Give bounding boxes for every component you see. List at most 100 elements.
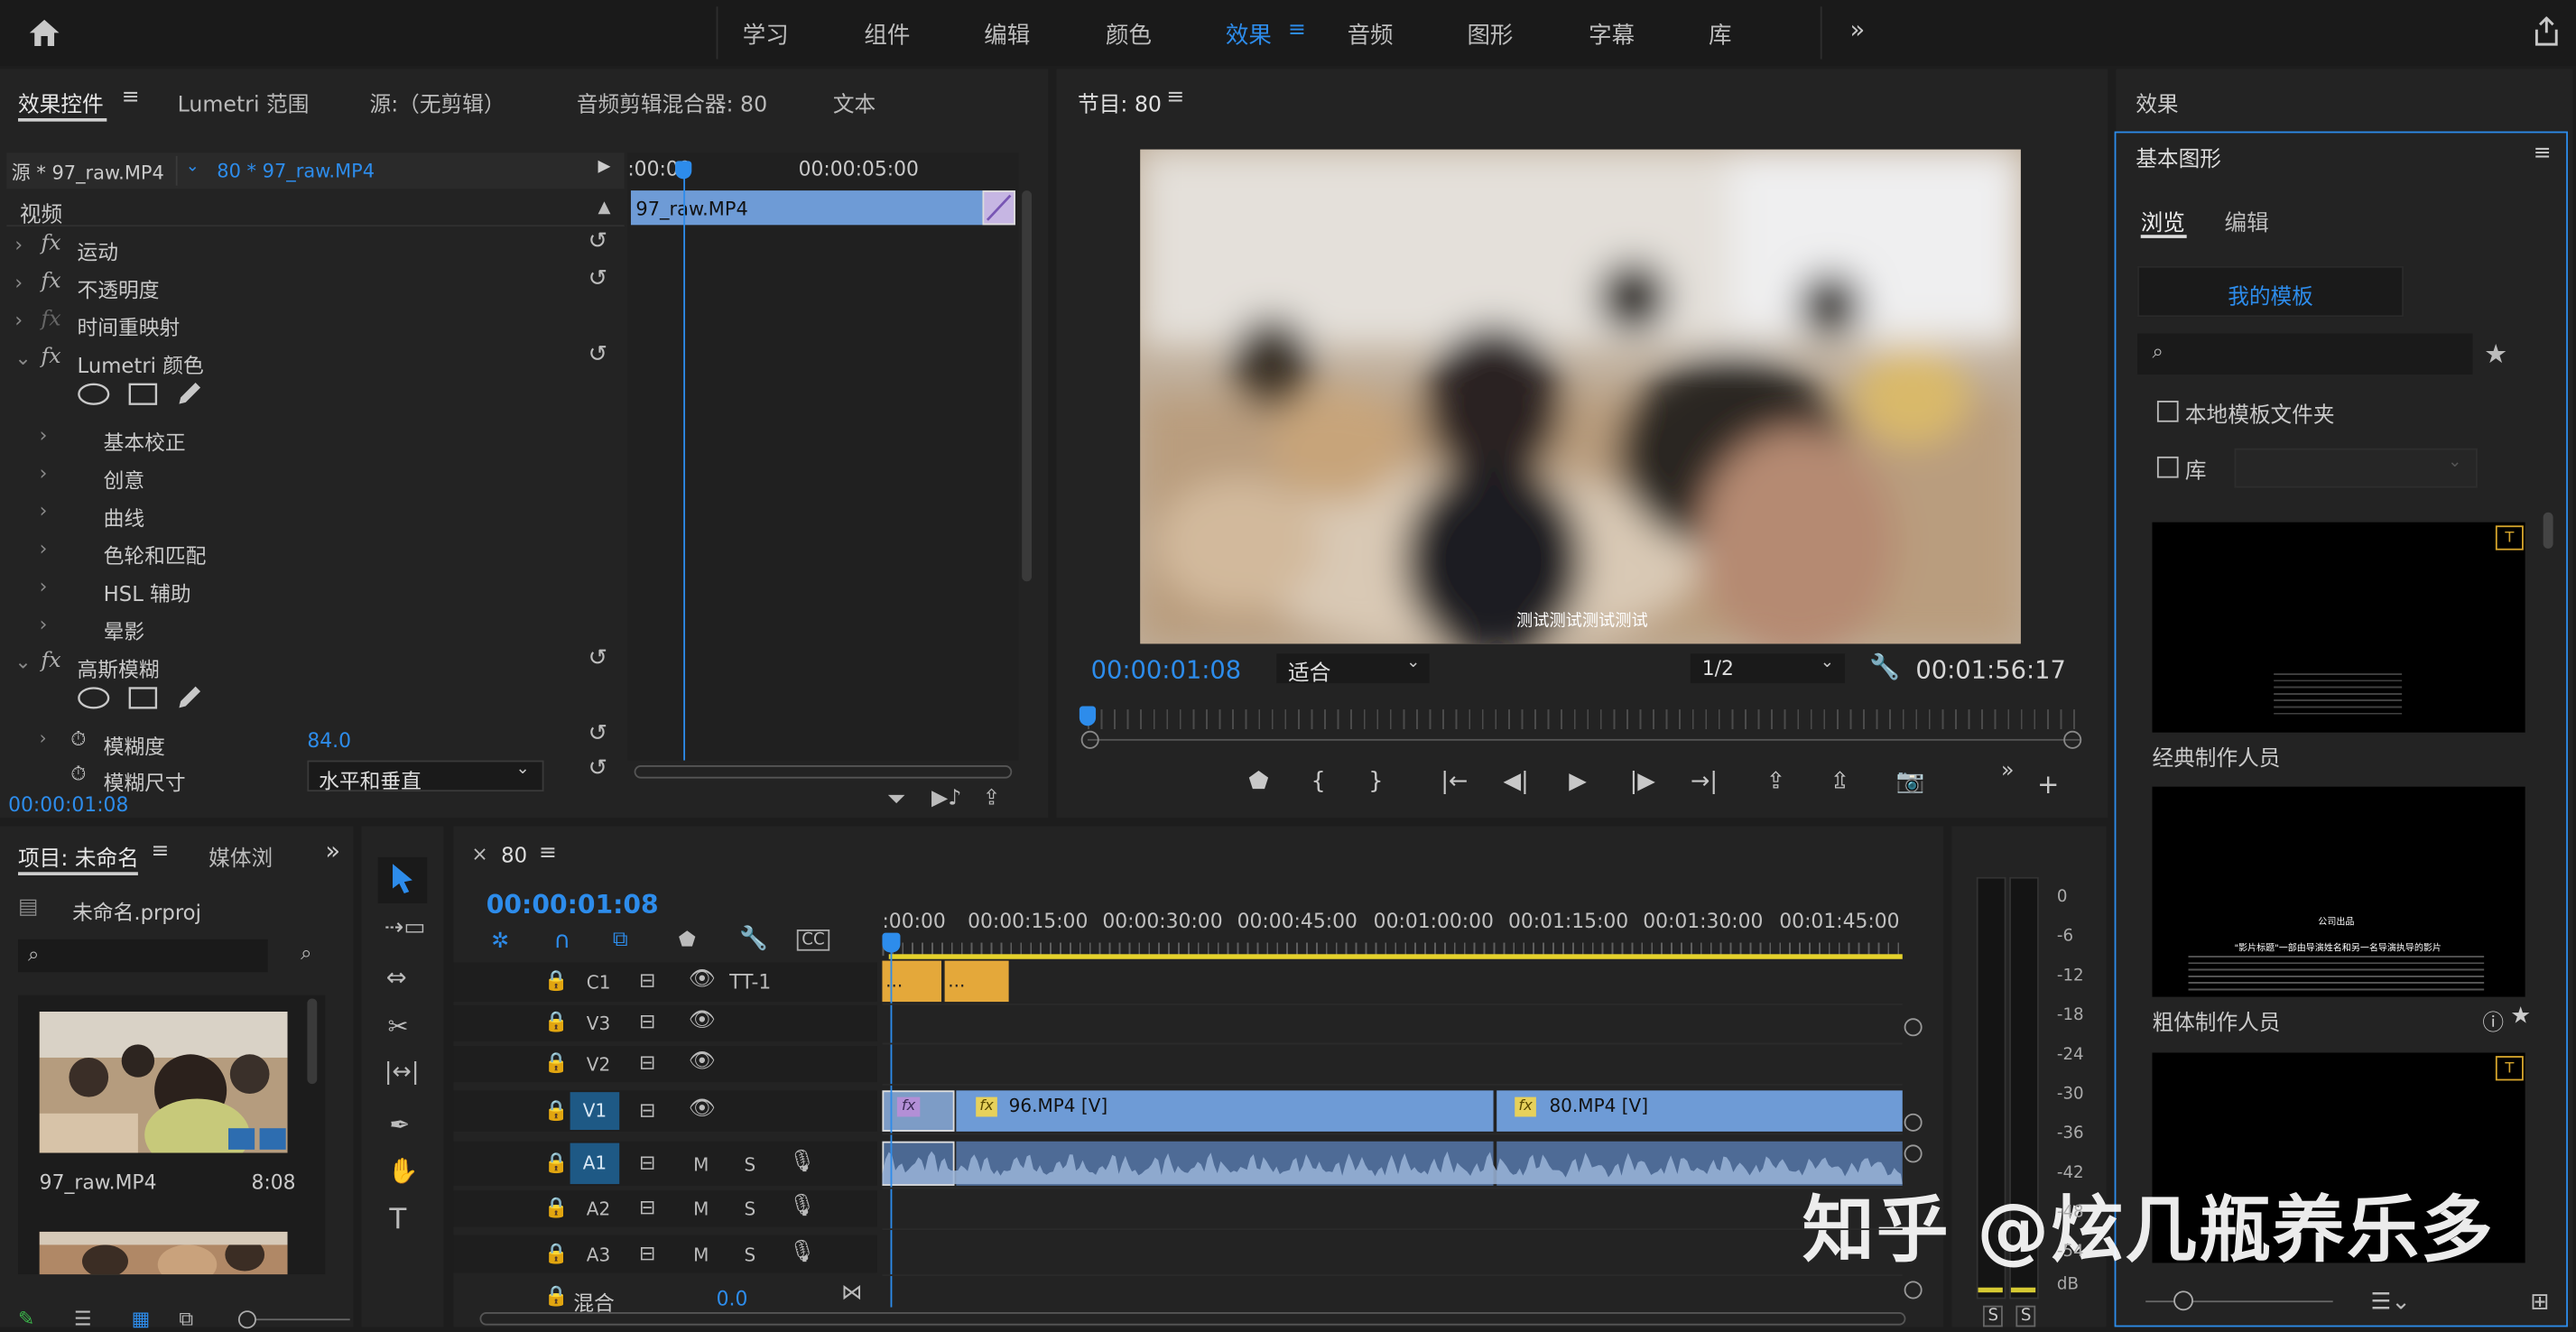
nav-editing[interactable]: 编辑 <box>984 18 1030 51</box>
track-lock-icon[interactable]: 🔒 <box>543 1010 568 1032</box>
eg-scrollbar[interactable] <box>2543 512 2553 549</box>
captions-toggle-icon[interactable]: CC <box>796 930 830 951</box>
effect-time-remap-expand-icon[interactable]: › <box>14 309 23 331</box>
timeline-vscroll-bottom[interactable] <box>1904 1281 1923 1300</box>
blur-value[interactable]: 84.0 <box>307 729 351 752</box>
blur-stopwatch-icon[interactable]: ⏱ <box>70 727 86 752</box>
track-solo[interactable]: S <box>745 1244 756 1265</box>
project-zoom-handle[interactable] <box>237 1310 256 1329</box>
tab-text[interactable]: 文本 <box>833 87 876 118</box>
effect-lumetri-expand-icon[interactable]: ⌄ <box>14 347 31 369</box>
mix-value[interactable]: 0.0 <box>717 1288 748 1310</box>
project-more-icon[interactable]: » <box>325 836 340 865</box>
timeline-timecode[interactable]: 00:00:01:08 <box>486 890 659 920</box>
blur-param-expand-icon[interactable]: › <box>40 727 47 749</box>
timeline-settings-icon[interactable]: 🔧 <box>739 926 768 952</box>
nav-assembly[interactable]: 组件 <box>864 18 910 51</box>
transport-add-button-icon[interactable]: + <box>2037 769 2059 800</box>
track-lock-icon[interactable]: 🔒 <box>543 1241 568 1263</box>
collapse-up-icon[interactable]: ▲ <box>598 199 611 217</box>
tab-media-browser[interactable]: 媒体浏 <box>208 841 273 872</box>
pencil-icon[interactable]: ✎ <box>18 1308 34 1330</box>
track-sync-lock-icon[interactable]: ⊟ <box>639 1010 655 1032</box>
eg-search-input[interactable] <box>2137 333 2473 375</box>
track-sync-lock-icon[interactable]: ⊟ <box>639 1098 655 1121</box>
transport-mark-in-icon[interactable]: { <box>1311 769 1326 795</box>
lumetri-sub-expand-icon[interactable]: › <box>40 499 48 522</box>
template-info-icon[interactable]: ⓘ <box>2482 1005 2504 1036</box>
timeline-playhead-handle[interactable] <box>882 932 901 953</box>
blur-dim-stopwatch-icon[interactable]: ⏱ <box>70 762 86 786</box>
library-checkbox[interactable] <box>2156 456 2179 478</box>
track-mute[interactable]: M <box>693 1153 709 1175</box>
effect-motion-expand-icon[interactable]: › <box>14 233 23 255</box>
track-lock-icon[interactable]: 🔒 <box>543 1051 568 1074</box>
transport-extract-icon[interactable]: ⇫ <box>1830 769 1849 795</box>
project-menu-icon[interactable]: ≡ <box>151 839 169 864</box>
tab-edit[interactable]: 编辑 <box>2225 204 2269 236</box>
effect-opacity-expand-icon[interactable]: › <box>14 271 23 293</box>
track-lock-icon[interactable]: 🔒 <box>543 1151 568 1173</box>
project-find-icon[interactable]: ⌕ <box>301 941 311 966</box>
effect-motion-reset-icon[interactable]: ↺ <box>588 228 607 254</box>
program-video-frame[interactable] <box>1140 149 2021 644</box>
sequence-clip-label[interactable]: 80 * 97_raw.MP4 <box>217 160 375 182</box>
meter-solo-left[interactable]: S <box>1982 1305 2004 1327</box>
project-search-input[interactable] <box>18 939 268 973</box>
play-audio-only-icon[interactable]: ▶♪ <box>931 787 961 811</box>
blur-param-reset-icon[interactable]: ↺ <box>588 721 607 747</box>
ec-playhead[interactable] <box>683 161 686 761</box>
track-eye-icon[interactable]: 👁 <box>689 1050 716 1074</box>
lumetri-sub-expand-icon[interactable]: › <box>40 424 48 447</box>
library-dropdown[interactable] <box>2234 448 2478 488</box>
tab-source[interactable]: 源:（无剪辑） <box>370 87 505 118</box>
play-clip-icon[interactable]: ▶ <box>598 158 611 176</box>
timeline-vscroll-low[interactable] <box>1904 1144 1923 1163</box>
lumetri-pen-mask-icon[interactable] <box>176 381 206 407</box>
nav-audio[interactable]: 音频 <box>1348 18 1394 51</box>
eg-sort-icon[interactable]: ☰⌄ <box>2371 1290 2411 1316</box>
transport-lift-icon[interactable]: ⇪ <box>1766 769 1785 795</box>
selection-tool-icon[interactable] <box>391 862 413 894</box>
tab-project[interactable]: 项目: 未命名 <box>18 841 139 872</box>
transport-play-icon[interactable]: ▶ <box>1569 769 1587 795</box>
effect-opacity-reset-icon[interactable]: ↺ <box>588 266 607 292</box>
timeline-vscroll-top[interactable] <box>1904 1018 1923 1037</box>
pen-tool-icon[interactable]: ✒ <box>389 1110 410 1140</box>
lumetri-ellipse-mask-icon[interactable] <box>78 383 110 405</box>
local-folder-checkbox[interactable] <box>2156 401 2179 422</box>
nav-effects[interactable]: 效果 <box>1226 18 1272 51</box>
effect-motion-fx-icon[interactable]: fx <box>42 232 61 256</box>
track-eye-icon[interactable]: 👁 <box>689 1096 716 1121</box>
settings-wrench-icon[interactable]: 🔧 <box>1869 652 1900 681</box>
effect-opacity-fx-icon[interactable]: fx <box>42 269 61 293</box>
project-vscroll[interactable] <box>307 998 318 1085</box>
timeline-menu-icon[interactable]: ≡ <box>539 841 557 865</box>
eg-new-item-icon[interactable]: ⊞ <box>2530 1290 2549 1316</box>
program-ruler[interactable] <box>1087 709 2080 729</box>
project-clip-thumb-2[interactable] <box>39 1231 288 1275</box>
program-zoom-left[interactable] <box>1080 730 1099 749</box>
track-lock-icon[interactable]: 🔒 <box>543 969 568 992</box>
share-icon[interactable] <box>2530 14 2562 50</box>
ec-clip-end-transition[interactable] <box>982 190 1015 226</box>
export-frame-icon[interactable]: ⇪ <box>982 787 1000 811</box>
track-target-3[interactable]: V1 <box>570 1092 620 1131</box>
source-clip-label[interactable]: 源 * 97_raw.MP4 <box>12 160 164 186</box>
timeline-hscroll[interactable] <box>479 1312 1906 1326</box>
nav-color[interactable]: 颜色 <box>1106 18 1152 51</box>
nav-learn[interactable]: 学习 <box>743 18 789 51</box>
track-voiceover-mic-icon[interactable]: 🎙 <box>789 1239 816 1263</box>
nav-effects-menu-icon[interactable]: ≡ <box>1288 18 1306 42</box>
mix-lock-icon[interactable]: 🔒 <box>543 1284 568 1307</box>
program-timecode[interactable]: 00:00:01:08 <box>1091 655 1242 685</box>
timeline-sequence-tab[interactable]: 80 <box>501 843 527 867</box>
lumetri-sub-expand-icon[interactable]: › <box>40 537 48 560</box>
tab-lumetri-scopes[interactable]: Lumetri 范围 <box>178 87 310 118</box>
track-eye-icon[interactable]: 👁 <box>689 967 716 992</box>
linked-selection-icon[interactable]: ⧉ <box>613 928 628 952</box>
timeline-playhead[interactable] <box>890 942 893 1308</box>
track-lock-icon[interactable]: 🔒 <box>543 1098 568 1121</box>
eg-menu-icon[interactable]: ≡ <box>2534 142 2552 166</box>
blur-fx-icon[interactable]: fx <box>42 649 61 673</box>
